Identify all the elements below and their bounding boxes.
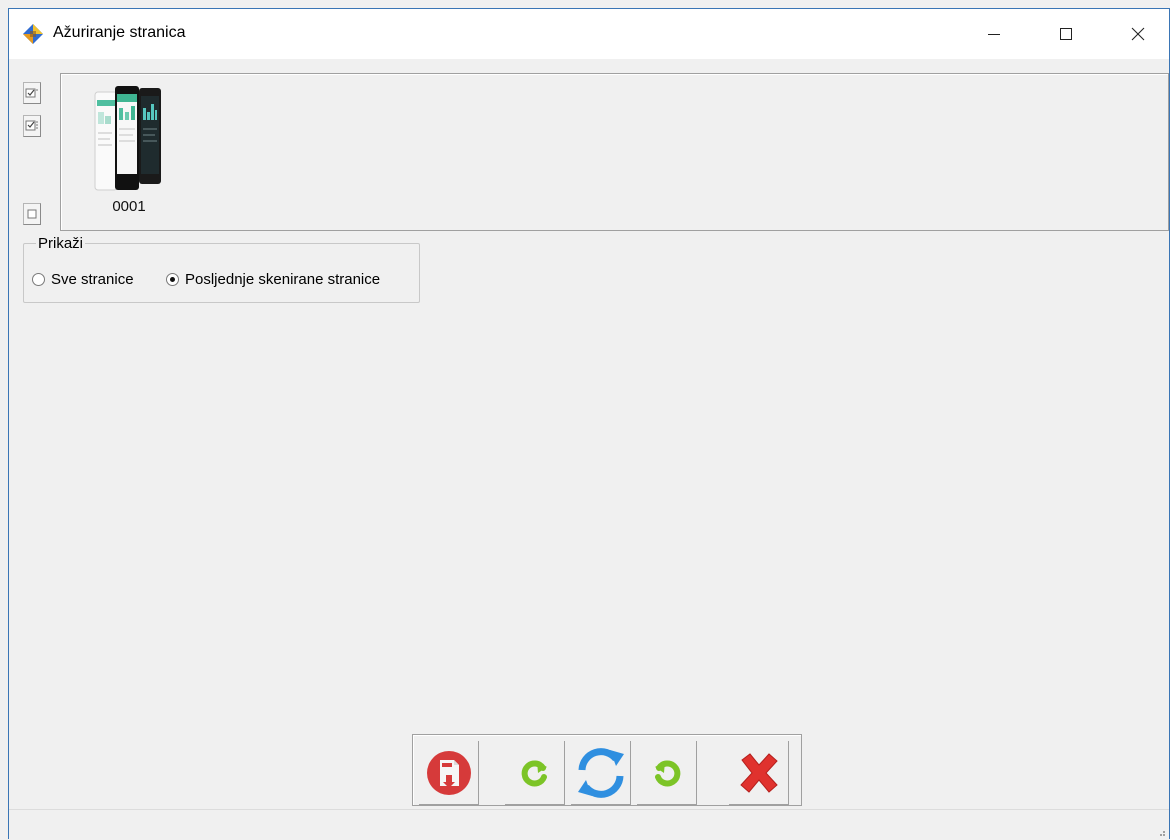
page-thumbnail-label: 0001 xyxy=(112,198,146,215)
window-title: Ažuriranje stranica xyxy=(53,24,186,41)
check-all-icon xyxy=(25,88,38,98)
page-preview-image xyxy=(94,86,161,191)
title-bar[interactable]: Ažuriranje stranica xyxy=(9,9,1169,59)
refresh-button[interactable] xyxy=(571,741,631,805)
delete-button[interactable] xyxy=(729,741,789,805)
delete-icon xyxy=(739,752,778,793)
bottom-toolbar xyxy=(412,734,802,806)
check-list-icon xyxy=(25,120,38,131)
minimize-button[interactable] xyxy=(959,9,1029,59)
rotate-left-icon xyxy=(521,760,547,786)
radio-all-pages[interactable]: Sve stranice xyxy=(32,271,134,288)
radio-last-scanned-label: Posljednje skenirane stranice xyxy=(185,271,381,288)
rotate-right-button[interactable] xyxy=(637,741,697,805)
status-bar xyxy=(9,809,1169,840)
close-icon xyxy=(1131,27,1145,41)
close-button[interactable] xyxy=(1103,9,1170,59)
display-options-title: Prikaži xyxy=(36,235,86,252)
page-thumbnails-panel[interactable]: 0001 xyxy=(60,73,1169,231)
select-list-button[interactable] xyxy=(23,115,41,137)
radio-last-scanned-circle[interactable] xyxy=(166,273,179,286)
rotate-right-icon xyxy=(654,760,680,786)
app-logo-icon xyxy=(23,24,43,44)
resize-grip-icon[interactable] xyxy=(1156,827,1166,837)
maximize-icon xyxy=(1060,28,1072,40)
display-options-group: Prikaži Sve stranice Posljednje skeniran… xyxy=(23,235,420,303)
refresh-icon xyxy=(577,747,624,798)
unselect-all-button[interactable] xyxy=(23,203,41,225)
page-thumbnail[interactable]: 0001 xyxy=(91,82,167,226)
update-pages-window: Ažuriranje stranica 0001 Prikaži Sve str… xyxy=(8,8,1170,840)
select-all-button[interactable] xyxy=(23,82,41,104)
uncheck-icon xyxy=(27,209,37,219)
pdf-export-icon xyxy=(426,750,471,795)
radio-all-pages-circle[interactable] xyxy=(32,273,45,286)
export-pdf-button[interactable] xyxy=(419,741,479,805)
rotate-left-button[interactable] xyxy=(505,741,565,805)
minimize-icon xyxy=(988,34,1000,35)
radio-last-scanned-pages[interactable]: Posljednje skenirane stranice xyxy=(166,271,380,288)
maximize-button[interactable] xyxy=(1031,9,1101,59)
radio-all-pages-label: Sve stranice xyxy=(51,271,134,288)
